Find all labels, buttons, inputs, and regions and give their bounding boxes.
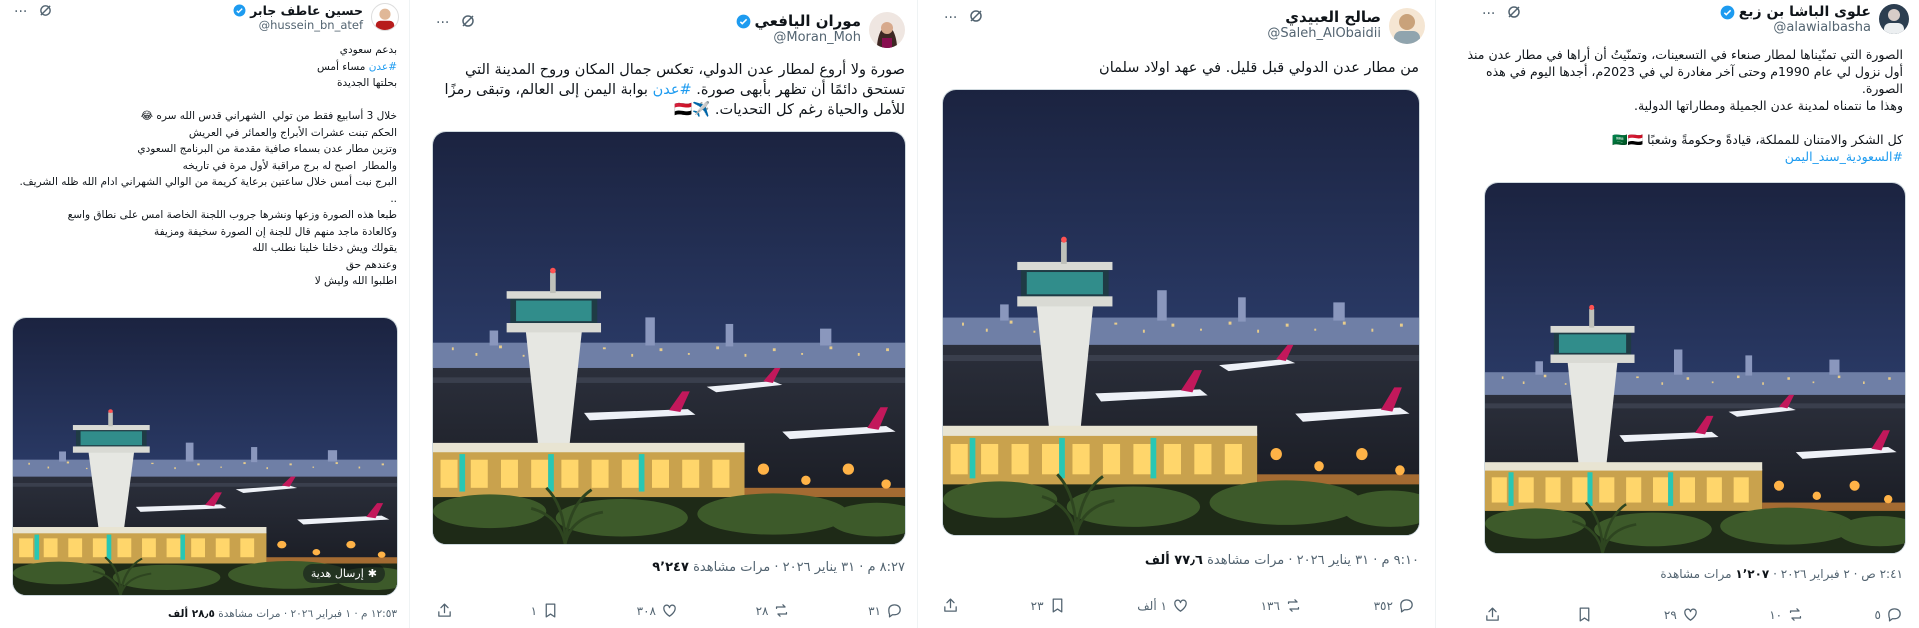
airport-night-image (1485, 183, 1905, 553)
reply-icon (1400, 599, 1413, 613)
view-count: ٩٬٢٤٧ (652, 560, 689, 575)
share-icon (438, 603, 451, 617)
send-gift-button[interactable]: ✱ إرسال هدية (302, 564, 385, 583)
view-count: ١٬٢٠٧ (1735, 567, 1770, 581)
post-time[interactable]: ١٢:٥٣ م · ١ فبراير ٢٠٢٦ (291, 608, 397, 620)
view-count: ٧٧٫٦ ألف (1144, 553, 1203, 568)
avatar[interactable] (371, 3, 399, 31)
heart-icon (663, 604, 676, 617)
post-card-moran: ··· موران اليافعي @Moran_Moh صورة ولا أر… (416, 0, 918, 628)
repost-icon (1287, 599, 1300, 612)
action-bar: ٣١ ٢٨ ٣٠٨ ١ (436, 602, 903, 619)
reply-button[interactable]: ٥ (1875, 606, 1903, 623)
grok-icon[interactable] (461, 14, 475, 31)
author-handle[interactable]: @alawialbasha (1720, 20, 1871, 35)
verified-badge-icon (736, 14, 750, 28)
hashtag-link[interactable]: #عدن (369, 61, 397, 73)
bookmark-button[interactable]: ٢٣ (1031, 597, 1066, 614)
post-meta: ٢:٤١ ص · ٢ فبراير ٢٠٢٦ · ١٬٢٠٧ مرات مشاه… (1660, 567, 1903, 581)
post-meta: ١٢:٥٣ م · ١ فبراير ٢٠٢٦ · مرات مشاهدة ٢٨… (168, 608, 397, 620)
bookmark-icon (1052, 598, 1062, 613)
post-photo[interactable] (1484, 182, 1906, 554)
heart-icon (1174, 599, 1187, 612)
like-button[interactable]: ٢٩ (1664, 606, 1699, 623)
hashtag-link[interactable]: #السعودية_سند_اليمن (1785, 149, 1903, 164)
reply-icon (888, 604, 901, 618)
more-icon[interactable]: ··· (436, 16, 449, 30)
avatar[interactable] (869, 12, 905, 48)
author-handle[interactable]: @Moran_Moh (736, 30, 861, 45)
post-time[interactable]: ٩:١٠ م · ٣١ يناير ٢٠٢٦ (1297, 553, 1419, 568)
author-name[interactable]: علوى الباشا بن زبع (1739, 4, 1871, 20)
post-card-alawialbasha: ··· علوى الباشا بن زبع @alawialbasha الص… (1444, 0, 1919, 628)
grok-icon[interactable] (1507, 5, 1521, 22)
hashtag-link[interactable]: #عدن (653, 82, 692, 98)
author-name[interactable]: صالح العبيدي (1285, 8, 1381, 26)
share-button[interactable] (942, 597, 959, 614)
repost-button[interactable]: ١٠ (1769, 606, 1804, 623)
repost-icon (776, 604, 788, 617)
share-button[interactable] (436, 602, 453, 619)
post-photo[interactable] (432, 131, 906, 545)
post-text: الصورة التي تمنّيناها لمطار صنعاء في الت… (1463, 47, 1903, 164)
reply-button[interactable]: ٣٥٢ (1374, 597, 1415, 614)
share-icon (944, 598, 957, 612)
grok-icon[interactable] (39, 4, 52, 20)
repost-button[interactable]: ١٣٦ (1261, 597, 1302, 614)
post-time[interactable]: ٢:٤١ ص · ٢ فبراير ٢٠٢٦ (1781, 567, 1903, 581)
share-icon (1486, 607, 1499, 621)
more-icon[interactable]: ··· (14, 5, 27, 19)
post-text: بدعم سعودي #عدن مساء أمس بحلتها الجديدة … (19, 44, 397, 287)
verified-badge-icon (233, 4, 246, 17)
more-icon[interactable]: ··· (944, 11, 957, 25)
post-text: صورة ولا أروع لمطار عدن الدولي، تعكس جما… (439, 62, 905, 118)
post-card-saleh: ··· صالح العبيدي @Saleh_AlObaidii من مطا… (926, 0, 1436, 628)
avatar[interactable] (1879, 4, 1909, 34)
bookmark-icon (545, 603, 556, 618)
post-meta: ٩:١٠ م · ٣١ يناير ٢٠٢٦ · مرات مشاهدة ٧٧٫… (1144, 553, 1419, 568)
bookmark-icon (1580, 607, 1590, 622)
author-name[interactable]: موران اليافعي (755, 12, 862, 30)
heart-icon (1683, 608, 1697, 621)
grok-icon[interactable] (969, 9, 983, 26)
reply-icon (1888, 608, 1901, 622)
share-button[interactable] (1484, 606, 1501, 623)
airport-night-image (943, 90, 1419, 535)
author-name[interactable]: حسين عاطف جابر (250, 3, 363, 18)
like-button[interactable]: ١ ألف (1137, 597, 1189, 614)
gift-icon: ✱ (367, 567, 377, 580)
reply-button[interactable]: ٣١ (868, 602, 903, 619)
repost-button[interactable]: ٢٨ (756, 602, 791, 619)
avatar[interactable] (1389, 8, 1425, 44)
post-meta: ٨:٢٧ م · ٣١ يناير ٢٠٢٦ · مرات مشاهدة ٩٬٢… (652, 560, 905, 575)
bookmark-button[interactable] (1571, 606, 1593, 623)
post-time[interactable]: ٨:٢٧ م · ٣١ يناير ٢٠٢٦ (783, 560, 905, 575)
verified-badge-icon (1720, 5, 1735, 19)
post-photo[interactable] (942, 89, 1420, 536)
more-icon[interactable]: ··· (1482, 7, 1495, 21)
action-bar: ٣٥٢ ١٣٦ ١ ألف ٢٣ (942, 597, 1415, 614)
repost-icon (1789, 608, 1802, 621)
post-text: من مطار عدن الدولي قبل قليل. في عهد اولا… (1099, 60, 1419, 76)
airport-night-image (433, 132, 905, 544)
action-bar: ٥ ١٠ ٢٩ (1484, 606, 1903, 623)
post-photo[interactable]: ✱ إرسال هدية (12, 317, 398, 596)
bookmark-button[interactable]: ١ (531, 602, 559, 619)
view-count: ٢٨٫٥ ألف (168, 608, 215, 620)
post-card-hussein: ··· حسين عاطف جابر @hussein_bn_atef بدعم… (0, 0, 410, 628)
like-button[interactable]: ٣٠٨ (637, 602, 678, 619)
author-handle[interactable]: @Saleh_AlObaidii (1267, 26, 1381, 41)
author-handle[interactable]: @hussein_bn_atef (233, 18, 363, 32)
airport-night-image (13, 318, 397, 595)
